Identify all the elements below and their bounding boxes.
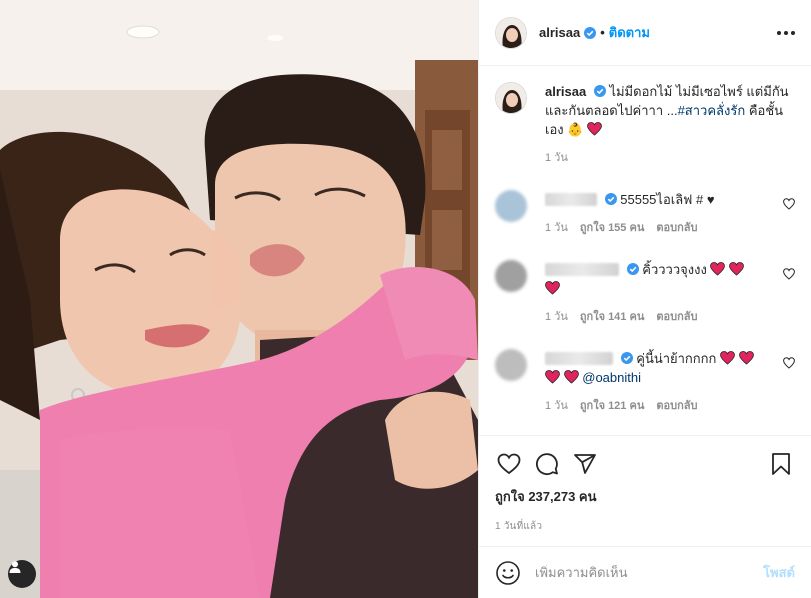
like-comment-heart-icon[interactable] (783, 357, 795, 369)
comment-time[interactable]: 1 วัน (545, 308, 568, 327)
instagram-post: alrisaa • ติดตาม alrisaa ไม่มีดอกไม้ ไม่… (0, 0, 811, 598)
likes-count[interactable]: ถูกใจ 237,273 คน (495, 486, 795, 507)
comment-item: 55555ไอเลิฟ # ♥ 1 วัน ถูกใจ 155 คน ตอบกล… (495, 190, 795, 238)
more-dot-icon (791, 30, 795, 35)
mention-link[interactable]: @oabnithi (582, 370, 641, 385)
commenter-username-blurred[interactable] (545, 193, 597, 206)
action-icons (495, 444, 795, 484)
red-heart-icon (563, 370, 579, 384)
posted-time[interactable]: 1 วันที่แล้ว (495, 519, 795, 534)
heart-icon (497, 453, 521, 475)
comment-time[interactable]: 1 วัน (545, 397, 568, 416)
add-comment-bar: โพสต์ (479, 546, 811, 598)
comments-list: alrisaa ไม่มีดอกไม้ ไม่มีเซอไพร์ แต่มีกั… (479, 66, 811, 435)
comment-input[interactable] (535, 565, 764, 580)
comment-likes[interactable]: ถูกใจ 155 คน (580, 219, 644, 238)
comment-button[interactable] (533, 450, 561, 478)
bookmark-icon (772, 453, 790, 475)
comment-likes[interactable]: ถูกใจ 141 คน (580, 308, 644, 327)
comment-item: คิ้ววววจุงงง 1 วัน ถูกใจ 141 คน ตอบกลับ (495, 260, 795, 327)
comment-text: คู่นี้น่าย้ากกกก (636, 351, 717, 366)
caption-meta: 1 วัน (545, 149, 795, 168)
comment-body: 55555ไอเลิฟ # ♥ 1 วัน ถูกใจ 155 คน ตอบกล… (545, 190, 770, 238)
verified-badge-icon (626, 263, 639, 275)
comment-meta: 1 วัน ถูกใจ 141 คน ตอบกลับ (545, 308, 770, 327)
user-icon (9, 561, 21, 573)
commenter-avatar[interactable] (495, 349, 527, 381)
baby-emoji: 👶 (567, 122, 584, 137)
like-comment-heart-icon[interactable] (783, 268, 795, 280)
follow-button[interactable]: ติดตาม (609, 22, 650, 43)
more-dot-icon (784, 30, 788, 35)
comment-text: 55555ไอเลิฟ # ♥ (620, 192, 715, 207)
post-side-panel: alrisaa • ติดตาม alrisaa ไม่มีดอกไม้ ไม่… (478, 0, 811, 598)
red-heart-icon (587, 122, 602, 136)
caption-time[interactable]: 1 วัน (545, 149, 568, 168)
commenter-username-blurred[interactable] (545, 263, 619, 276)
comment-body: คิ้ววววจุงงง 1 วัน ถูกใจ 141 คน ตอบกลับ (545, 260, 770, 327)
red-heart-icon (720, 351, 735, 365)
like-comment-heart-icon[interactable] (783, 198, 795, 210)
reply-button[interactable]: ตอบกลับ (656, 308, 697, 327)
save-button[interactable] (767, 450, 795, 478)
red-heart-icon (710, 262, 726, 276)
commenter-avatar[interactable] (495, 260, 527, 292)
paper-plane-icon (574, 454, 596, 474)
avatar-image (496, 17, 526, 48)
verified-badge-icon (620, 352, 633, 364)
speech-bubble-icon (536, 453, 558, 475)
post-header: alrisaa • ติดตาม (479, 0, 811, 66)
like-button[interactable] (495, 450, 523, 478)
commenter-avatar[interactable] (495, 190, 527, 222)
author-avatar[interactable] (495, 16, 527, 49)
comment-item: คู่นี้น่าย้ากกกก @oabnithi 1 วัน ถูกใจ 1… (495, 349, 795, 416)
comment-body: คู่นี้น่าย้ากกกก @oabnithi 1 วัน ถูกใจ 1… (545, 349, 770, 416)
photo-illustration (0, 0, 478, 598)
post-comment-button[interactable]: โพสต์ (763, 562, 795, 583)
reply-button[interactable]: ตอบกลับ (656, 219, 697, 238)
more-dot-icon (777, 30, 781, 35)
post-actions: ถูกใจ 237,273 คน 1 วันที่แล้ว (479, 435, 811, 534)
post-photo[interactable] (0, 0, 478, 598)
caption-body: alrisaa ไม่มีดอกไม้ ไม่มีเซอไพร์ แต่มีกั… (545, 82, 795, 168)
red-heart-icon (729, 262, 744, 276)
tagged-users-button[interactable] (8, 560, 36, 588)
red-heart-icon (545, 370, 560, 384)
commenter-username-blurred[interactable] (545, 352, 613, 365)
verified-badge-icon (604, 193, 617, 205)
comment-likes[interactable]: ถูกใจ 121 คน (580, 397, 644, 416)
reply-button[interactable]: ตอบกลับ (656, 397, 697, 416)
comment-time[interactable]: 1 วัน (545, 219, 568, 238)
author-username[interactable]: alrisaa (539, 25, 580, 40)
emoji-picker-icon[interactable] (495, 560, 521, 586)
red-heart-icon (738, 351, 754, 365)
separator-dot: • (600, 25, 605, 40)
more-options-button[interactable] (777, 25, 795, 41)
comment-meta: 1 วัน ถูกใจ 155 คน ตอบกลับ (545, 219, 770, 238)
caption: alrisaa ไม่มีดอกไม้ ไม่มีเซอไพร์ แต่มีกั… (495, 82, 795, 168)
caption-avatar[interactable] (495, 82, 527, 114)
verified-badge-icon (593, 85, 606, 97)
caption-username[interactable]: alrisaa (545, 84, 586, 99)
verified-badge-icon (584, 26, 597, 39)
share-button[interactable] (571, 450, 599, 478)
comment-meta: 1 วัน ถูกใจ 121 คน ตอบกลับ (545, 397, 770, 416)
avatar-image (496, 83, 526, 113)
red-heart-icon (545, 281, 560, 295)
comment-text: คิ้ววววจุงงง (642, 262, 707, 277)
hashtag-link[interactable]: #สาวคลั่งรัก (678, 103, 746, 118)
